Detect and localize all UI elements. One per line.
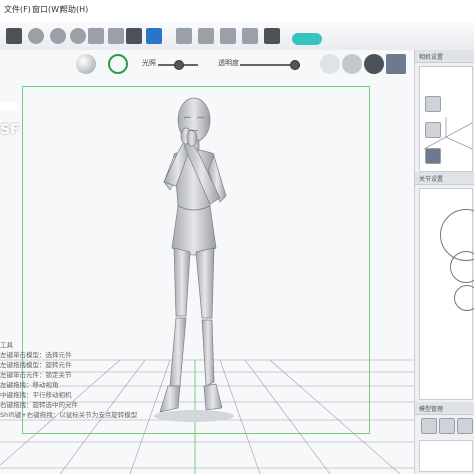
rotation-ring[interactable] [454,285,474,311]
layout-1-icon[interactable] [176,28,192,44]
toggle-switch[interactable] [292,33,322,45]
camera-panel-title: 相机设置 [419,54,444,61]
side-panel-edge [0,102,18,222]
target-icon[interactable] [70,28,86,44]
help-line: 工具 [0,341,13,349]
cube-icon[interactable] [320,54,340,74]
model-list[interactable] [419,440,473,472]
globe-icon[interactable] [28,28,44,44]
menu-item-window[interactable]: 窗口(W) [32,4,62,15]
camera-lock-icon[interactable] [425,148,441,164]
background-icon[interactable] [386,54,406,74]
lighting-slider-knob[interactable] [174,60,184,70]
main-toolbar [0,22,474,51]
arrows-icon[interactable] [108,28,124,44]
model-add-icon[interactable] [439,418,455,434]
camera-reset-icon[interactable] [425,122,441,138]
sphere-shading-icon[interactable] [76,54,96,74]
opacity-slider[interactable] [240,60,300,70]
shortcut-help: 工具 左键单击模型：选择元件 左键拖拽模型：旋转元件 左键单击元件：锁定关节 左… [0,340,160,420]
help-line: 左键拖拽：移动视角 [0,381,59,389]
figure-icon[interactable] [88,28,104,44]
help-line: 中键拖拽：平行移动相机 [0,391,72,399]
help-icon[interactable] [264,28,280,44]
help-line: Shift键+右键拖拽：以鼠标关节为支点旋转模型 [0,411,138,419]
image-icon[interactable] [146,28,162,44]
model-delete-icon[interactable] [457,418,473,434]
help-line: 右键拖拽：旋转选中的元件 [0,401,78,409]
joint-panel-header: 关节设置 [415,172,474,185]
menu-item-help[interactable]: 帮助(H) [60,4,88,15]
opacity-slider-knob[interactable] [290,60,300,70]
camera-view-icon[interactable] [425,96,441,112]
rotation-ring[interactable] [450,251,474,283]
slider1-label: 光照 [142,59,156,67]
layout-2-icon[interactable] [198,28,214,44]
crosshair-icon[interactable] [108,54,128,74]
layout-3-icon[interactable] [220,28,236,44]
model-panel-title: 模型管理 [419,406,444,413]
joint-panel-title: 关节设置 [419,176,444,183]
watermark-text: SF [0,122,20,138]
model-folder-icon[interactable] [421,418,437,434]
help-line: 左键拖拽模型：旋转元件 [0,361,72,369]
head-outline-icon[interactable] [342,54,362,74]
grid-icon[interactable] [6,28,22,44]
joint-control-area[interactable] [419,188,474,400]
camera-panel-header: 相机设置 [415,50,474,63]
sphere-icon[interactable] [50,28,66,44]
slider2-label: 透明度 [218,59,239,67]
3d-viewport[interactable]: 光照 透明度 SF 工具 左键单击模型：选择元件 左键拖拽模型：旋转元件 左键单… [0,50,414,474]
menu-bar: 文件(F) 窗口(W) 帮助(H) [0,0,474,23]
viewport-toolbar: 光照 透明度 [70,52,412,76]
right-panel: 相机设置 关节设置 模型管理 [414,50,474,474]
model-panel-header: 模型管理 [415,402,474,415]
head-solid-icon[interactable] [364,54,384,74]
warning-icon[interactable] [126,28,142,44]
layout-4-icon[interactable] [242,28,258,44]
lighting-slider[interactable] [158,60,198,70]
menu-item-file[interactable]: 文件(F) [4,4,31,15]
help-line: 左键单击模型：选择元件 [0,351,72,359]
help-line: 左键单击元件：锁定关节 [0,371,72,379]
